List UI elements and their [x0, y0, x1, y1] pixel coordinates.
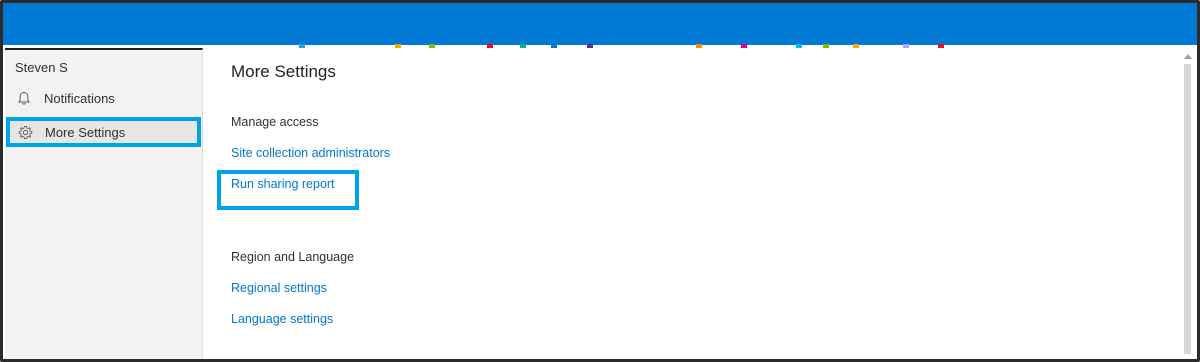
user-name: Steven S — [15, 60, 68, 75]
language-settings-link[interactable]: Language settings — [231, 312, 333, 326]
regional-settings-link[interactable]: Regional settings — [231, 281, 327, 295]
window-frame: Steven S Notifications More Settings Mor… — [0, 0, 1200, 362]
gear-icon — [16, 123, 34, 141]
section-heading-region-language: Region and Language — [231, 250, 355, 264]
bell-icon — [15, 89, 33, 107]
sidebar-item-label: More Settings — [45, 124, 126, 140]
highlight-box — [217, 170, 359, 210]
sidebar-item-more-settings[interactable]: More Settings — [6, 117, 201, 147]
scrollbar-thumb[interactable] — [1184, 64, 1191, 354]
site-collection-administrators-link[interactable]: Site collection administrators — [231, 146, 390, 160]
section-heading-manage-access: Manage access — [231, 115, 319, 129]
settings-sidebar: Steven S Notifications More Settings — [5, 48, 203, 359]
vertical-scrollbar[interactable] — [1181, 48, 1194, 359]
sidebar-item-notifications[interactable]: Notifications — [5, 83, 202, 113]
sidebar-item-label: Notifications — [44, 90, 115, 106]
settings-content: More Settings Manage access Site collect… — [203, 48, 1181, 359]
suite-header-bar — [3, 3, 1197, 45]
scroll-up-arrow-icon[interactable] — [1184, 54, 1192, 59]
page-title: More Settings — [231, 62, 336, 81]
